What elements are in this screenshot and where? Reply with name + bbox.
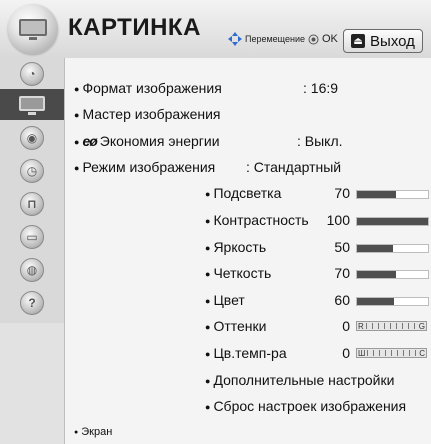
bullet-icon: ●	[205, 296, 211, 307]
picture-menu-window: КАРТИНКА Перемещение OK ⏏ Выход ◔ ◉ ◷ ⊓ …	[0, 0, 431, 444]
sidebar-item-audio[interactable]: ◉	[0, 122, 64, 153]
menu-item-screen[interactable]: ● Экран	[74, 426, 112, 438]
menu-header: КАРТИНКА Перемещение OK ⏏ Выход	[0, 0, 431, 58]
aspect-label: Формат изображения	[82, 80, 222, 96]
setting-value: 0	[342, 345, 350, 361]
setting-value: 50	[334, 239, 350, 255]
tint-right-label: G	[418, 321, 425, 331]
slider-fill	[357, 298, 394, 305]
setting-label: Цвет	[213, 292, 245, 308]
reset-label: Сброс настроек изображения	[213, 398, 407, 414]
bullet-icon: ●	[205, 402, 211, 413]
eco-leaf-icon: eø	[82, 133, 97, 149]
setting-value: 60	[334, 292, 350, 308]
bullet-icon: ●	[205, 322, 211, 333]
picture-menu-icon	[8, 4, 58, 54]
sidebar-item-setup[interactable]: ◔	[0, 58, 64, 89]
sidebar-item-network[interactable]: ◍	[0, 254, 64, 285]
bullet-icon: ●	[205, 216, 211, 227]
menu-item-picture-wizard[interactable]: ● Мастер изображения	[74, 106, 221, 122]
slider-ticks	[365, 323, 417, 329]
temp-left-label: Ш	[358, 348, 366, 358]
ok-label: OK	[322, 33, 338, 45]
slider-ticks	[367, 350, 418, 356]
setting-value: 70	[334, 265, 350, 281]
energy-label: Экономия энергии	[99, 133, 220, 149]
exit-label: Выход	[370, 32, 415, 50]
bullet-icon: ●	[74, 428, 79, 436]
navigation-hint: Перемещение OK	[228, 32, 338, 46]
direction-arrows-icon	[228, 32, 242, 46]
color-slider[interactable]	[356, 297, 429, 306]
tint-left-label: R	[358, 321, 364, 331]
tv-screen-icon	[19, 95, 45, 115]
bullet-icon: ●	[74, 163, 80, 174]
aspect-value: : 16:9	[303, 80, 339, 96]
setting-label: Четкость	[213, 265, 272, 281]
sidebar-item-help[interactable]: ?	[0, 287, 64, 318]
menu-item-energy-saving[interactable]: ● eø Экономия энергии	[74, 133, 220, 149]
wizard-label: Мастер изображения	[82, 106, 221, 122]
backlight-slider[interactable]	[356, 190, 429, 199]
setting-label: Подсветка	[213, 185, 282, 201]
bullet-icon: ●	[205, 376, 211, 387]
color-temperature-slider[interactable]: Ш C	[356, 348, 427, 358]
setting-label: Яркость	[213, 239, 267, 255]
energy-value: : Выкл.	[297, 133, 343, 149]
exit-button[interactable]: ⏏ Выход	[343, 29, 423, 53]
page-title: КАРТИНКА	[68, 14, 201, 41]
bullet-icon: ●	[74, 84, 80, 95]
menu-item-picture-mode[interactable]: ● Режим изображения	[74, 159, 215, 175]
setting-label: Контрастность	[213, 212, 309, 228]
setting-label: Оттенки	[213, 318, 267, 334]
tint-slider[interactable]: R G	[356, 321, 427, 331]
lock-icon: ⊓	[20, 191, 44, 216]
exit-key-icon: ⏏	[351, 34, 366, 48]
temp-right-label: C	[419, 348, 425, 358]
sharpness-slider[interactable]	[356, 270, 429, 279]
sidebar-item-options[interactable]: ▭	[0, 221, 64, 252]
navigation-label: Перемещение	[245, 34, 305, 44]
brightness-slider[interactable]	[356, 244, 429, 253]
speaker-icon: ◉	[20, 125, 44, 150]
mode-value: : Стандартный	[246, 159, 342, 175]
briefcase-icon: ▭	[20, 224, 44, 249]
question-icon: ?	[20, 290, 44, 315]
setting-value: 0	[342, 318, 350, 334]
slider-fill	[357, 271, 397, 278]
bullet-icon: ●	[205, 349, 211, 360]
setting-value: 100	[326, 212, 350, 228]
bullet-icon: ●	[205, 269, 211, 280]
clock-icon: ◷	[20, 158, 44, 183]
menu-item-advanced-settings[interactable]: ● Дополнительные настройки	[205, 372, 394, 388]
menu-item-aspect-ratio[interactable]: ● Формат изображения	[74, 80, 222, 96]
ok-button-icon	[308, 34, 319, 44]
globe-icon: ◍	[20, 257, 44, 282]
bullet-icon: ●	[74, 137, 80, 148]
slider-fill	[357, 218, 428, 225]
contrast-slider[interactable]	[356, 217, 429, 226]
satellite-dish-icon: ◔	[20, 61, 44, 86]
slider-fill	[357, 245, 393, 252]
sidebar-item-lock[interactable]: ⊓	[0, 188, 64, 219]
sidebar-item-time[interactable]: ◷	[0, 155, 64, 186]
bullet-icon: ●	[205, 189, 211, 200]
setting-label: Цв.темп-ра	[213, 345, 287, 361]
slider-fill	[357, 191, 397, 198]
category-sidebar: ◔ ◉ ◷ ⊓ ▭ ◍ ?	[0, 58, 64, 323]
bullet-icon: ●	[74, 110, 80, 121]
setting-value: 70	[334, 185, 350, 201]
mode-label: Режим изображения	[82, 159, 216, 175]
bullet-icon: ●	[205, 243, 211, 254]
sidebar-item-picture[interactable]	[0, 89, 64, 120]
advanced-label: Дополнительные настройки	[213, 372, 395, 388]
menu-item-reset-picture[interactable]: ● Сброс настроек изображения	[205, 398, 406, 414]
screen-label: Экран	[81, 426, 113, 438]
